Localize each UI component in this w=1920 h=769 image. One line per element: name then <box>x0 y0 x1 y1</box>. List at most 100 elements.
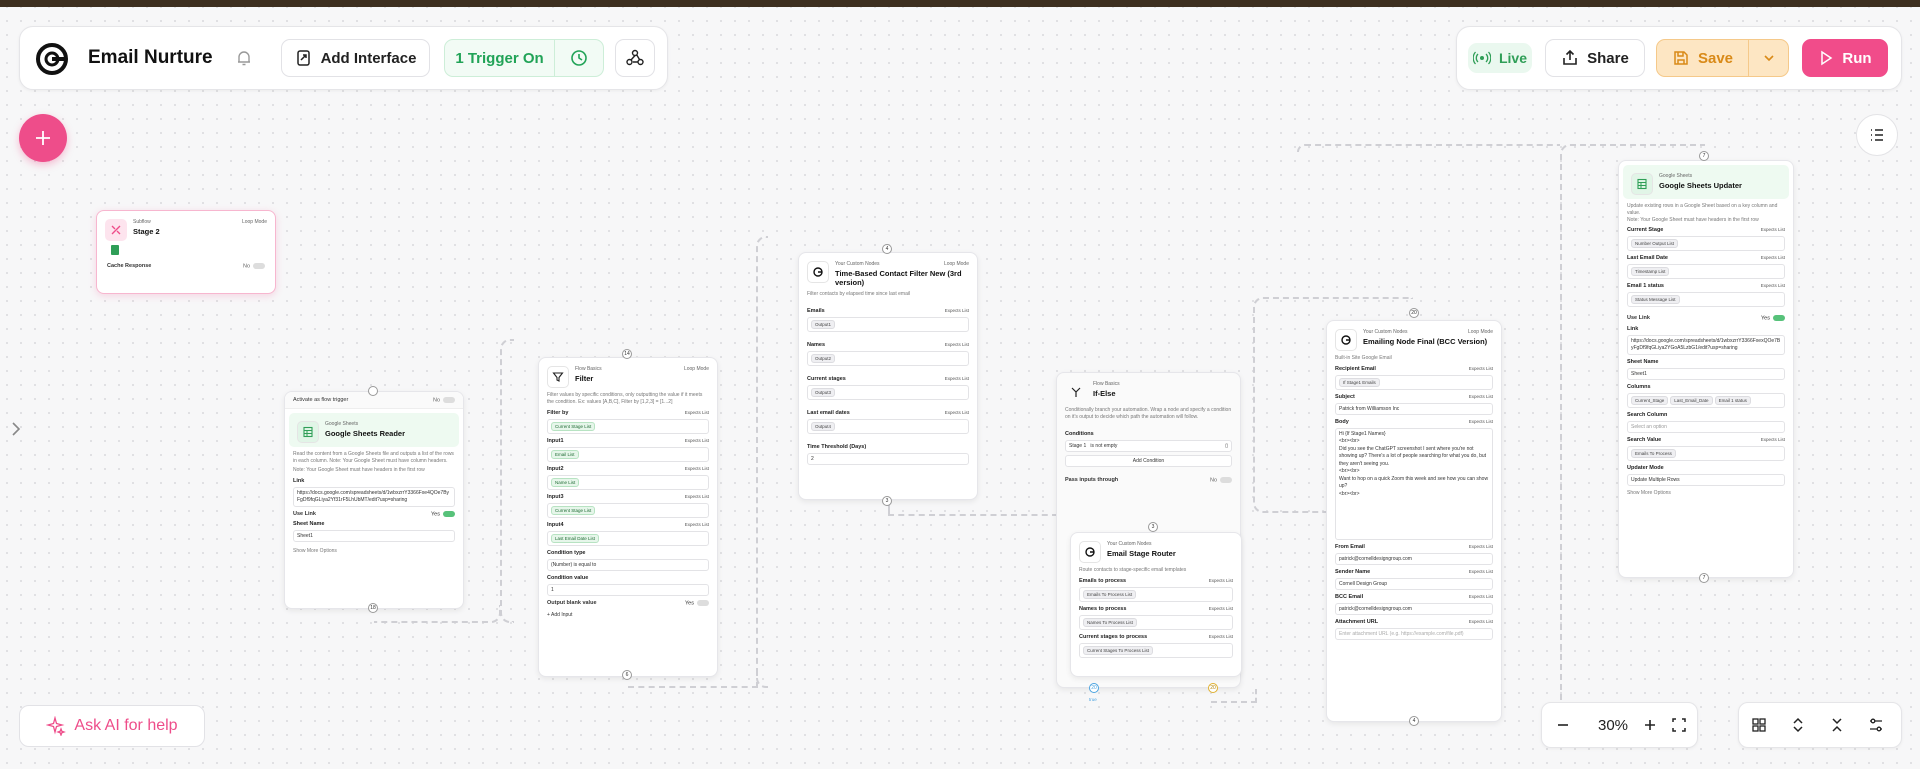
node-list-button[interactable] <box>1856 114 1898 156</box>
share-button[interactable]: Share <box>1545 39 1645 77</box>
trigger-status-button[interactable]: 1 Trigger On <box>444 39 555 77</box>
add-condition-button[interactable]: Add Condition <box>1065 454 1232 467</box>
sheet-name-select[interactable]: Sheet1 <box>1627 367 1785 380</box>
variable-chip[interactable]: Last Email Date List <box>551 533 600 543</box>
grid-view-button[interactable] <box>1751 717 1767 738</box>
variable-chip[interactable]: Output1 <box>811 319 836 329</box>
column-chip[interactable]: Last_Email_Date <box>1670 395 1713 405</box>
settings-button[interactable] <box>1868 717 1884 738</box>
sheet-name-select[interactable]: Sheet1 <box>293 530 455 543</box>
column-chip[interactable]: Email 1 status <box>1714 395 1751 405</box>
handle-reader-bottom[interactable]: 18 <box>368 603 378 613</box>
loop-mode-label[interactable]: Loop Mode <box>684 366 709 372</box>
save-button[interactable]: Save <box>1656 39 1749 77</box>
handle-router-top[interactable]: 3 <box>1148 522 1158 532</box>
variable-chip[interactable]: If Stage1 Emails <box>1339 377 1380 387</box>
node-filter[interactable]: Flow Basics Loop Mode Filter Filter valu… <box>538 357 718 677</box>
variable-chip[interactable]: Names To Process List <box>1083 617 1137 627</box>
handle-router-true[interactable]: 20 <box>1089 683 1099 693</box>
handle-router-false[interactable]: 20 <box>1208 683 1218 693</box>
email-status-field[interactable]: Status Message List <box>1627 292 1785 308</box>
stages-field[interactable]: Output3 <box>807 384 969 400</box>
current-stage-field[interactable]: Number Output List <box>1627 236 1785 252</box>
search-value-field[interactable]: Emails To Process <box>1627 445 1785 461</box>
variable-chip[interactable]: Email List <box>551 449 579 459</box>
variable-chip[interactable]: Name List <box>551 477 580 487</box>
run-button[interactable]: Run <box>1802 39 1888 77</box>
show-more-options[interactable]: Show More Options <box>1619 490 1793 497</box>
use-link-toggle[interactable]: Yes <box>431 510 455 517</box>
variable-chip[interactable]: Current Stage List <box>551 505 596 515</box>
handle-reader-top[interactable] <box>368 386 378 396</box>
loop-mode-label[interactable]: Loop Mode <box>242 219 267 225</box>
input2-field[interactable]: Name List <box>547 474 709 490</box>
node-google-sheets-updater[interactable]: Google Sheets Google Sheets Updater Upda… <box>1618 160 1794 578</box>
sidebar-expand-icon[interactable] <box>10 420 22 443</box>
handle-updater-bottom[interactable]: 7 <box>1699 573 1709 583</box>
from-email-field[interactable]: patrick@cornelldesigngroup.com <box>1335 552 1493 565</box>
condition-row[interactable]: Stage 1 is not empty ▯ <box>1065 439 1232 452</box>
handle-filter-top[interactable]: 14 <box>622 349 632 359</box>
handle-emailing-bottom[interactable]: 4 <box>1409 716 1419 726</box>
variable-chip[interactable]: Timestamp List <box>1631 267 1670 277</box>
bcc-field[interactable]: patrick@cornelldesigngroup.com <box>1335 602 1493 615</box>
condition-operator[interactable]: is not empty <box>1090 443 1117 449</box>
variable-chip[interactable]: Status Message List <box>1631 295 1680 305</box>
names-field[interactable]: Output2 <box>807 350 969 366</box>
dates-field[interactable]: Output4 <box>807 418 969 434</box>
condition-type-select[interactable]: (Number) is equal to <box>547 558 709 571</box>
subflow-node-stage2[interactable]: Subflow Loop Mode Stage 2 Cache Response… <box>96 210 276 294</box>
handle-emailing-top[interactable]: 20 <box>1409 308 1419 318</box>
add-interface-button[interactable]: Add Interface <box>281 39 430 77</box>
trash-icon[interactable]: ▯ <box>1225 443 1228 449</box>
flow-title[interactable]: Email Nurture <box>88 47 213 69</box>
variable-chip[interactable]: Emails To Process <box>1631 448 1676 458</box>
attachment-field[interactable]: Enter attachment URL (e.g. https://examp… <box>1335 627 1493 640</box>
last-email-date-field[interactable]: Timestamp List <box>1627 264 1785 280</box>
variable-chip[interactable]: Output3 <box>811 387 836 397</box>
variable-chip[interactable]: Output2 <box>811 353 836 363</box>
names-field[interactable]: Names To Process List <box>1079 614 1233 630</box>
node-google-sheets-reader[interactable]: Activate as flow trigger No Google Sheet… <box>284 391 464 609</box>
zoom-level[interactable]: 30% <box>1598 717 1628 734</box>
stages-field[interactable]: Current Stages To Process List <box>1079 642 1233 658</box>
add-node-button[interactable] <box>19 114 67 162</box>
updater-mode-select[interactable]: Update Multiple Rows <box>1627 473 1785 486</box>
trigger-history-button[interactable] <box>554 39 604 77</box>
variable-chip[interactable]: Output4 <box>811 421 836 431</box>
pass-inputs-toggle[interactable]: No <box>1210 476 1232 483</box>
emails-field[interactable]: Output1 <box>807 316 969 332</box>
output-blank-toggle[interactable]: Yes <box>685 599 709 606</box>
save-options-button[interactable] <box>1748 39 1789 77</box>
activate-trigger-toggle[interactable]: No <box>433 397 455 403</box>
node-time-based-filter[interactable]: Your Custom Nodes Loop Mode Time-Based C… <box>798 252 978 500</box>
threshold-input[interactable]: 2 <box>807 452 969 465</box>
zoom-out-button[interactable] <box>1555 717 1571 738</box>
bell-icon[interactable] <box>235 49 253 72</box>
search-column-select[interactable]: Select an option <box>1627 420 1785 433</box>
columns-select[interactable]: Current_Stage Last_Email_Date Email 1 st… <box>1627 392 1785 408</box>
input4-field[interactable]: Last Email Date List <box>547 530 709 546</box>
node-emailing[interactable]: Your Custom Nodes Loop Mode Emailing Nod… <box>1326 320 1502 722</box>
filter-by-input[interactable]: Current Stage List <box>547 418 709 434</box>
handle-filter-bottom[interactable]: 6 <box>622 670 632 680</box>
recipient-field[interactable]: If Stage1 Emails <box>1335 374 1493 390</box>
add-input-button[interactable]: + Add Input <box>539 612 717 619</box>
input3-field[interactable]: Current Stage List <box>547 502 709 518</box>
link-input[interactable]: https://docs.google.com/spreadsheets/d/1… <box>1627 334 1785 355</box>
variable-chip[interactable]: Emails To Process List <box>1083 589 1137 599</box>
column-chip[interactable]: Current_Stage <box>1631 395 1669 405</box>
variable-chip[interactable]: Current Stage List <box>551 421 596 431</box>
sender-name-field[interactable]: Cornell Design Group <box>1335 577 1493 590</box>
fit-view-button[interactable] <box>1671 717 1687 738</box>
handle-time-top[interactable]: 4 <box>882 244 892 254</box>
loop-mode-label[interactable]: Loop Mode <box>944 261 969 267</box>
emails-field[interactable]: Emails To Process List <box>1079 586 1233 602</box>
app-logo-icon[interactable] <box>34 41 70 77</box>
subject-field[interactable]: Patrick from Williamson Inc <box>1335 402 1493 415</box>
ask-ai-button[interactable]: Ask AI for help <box>19 705 205 747</box>
variable-chip[interactable]: Current Stages To Process List <box>1083 645 1153 655</box>
loop-mode-label[interactable]: Loop Mode <box>1468 329 1493 335</box>
collapse-all-button[interactable] <box>1829 717 1845 738</box>
zoom-in-button[interactable] <box>1642 717 1658 738</box>
